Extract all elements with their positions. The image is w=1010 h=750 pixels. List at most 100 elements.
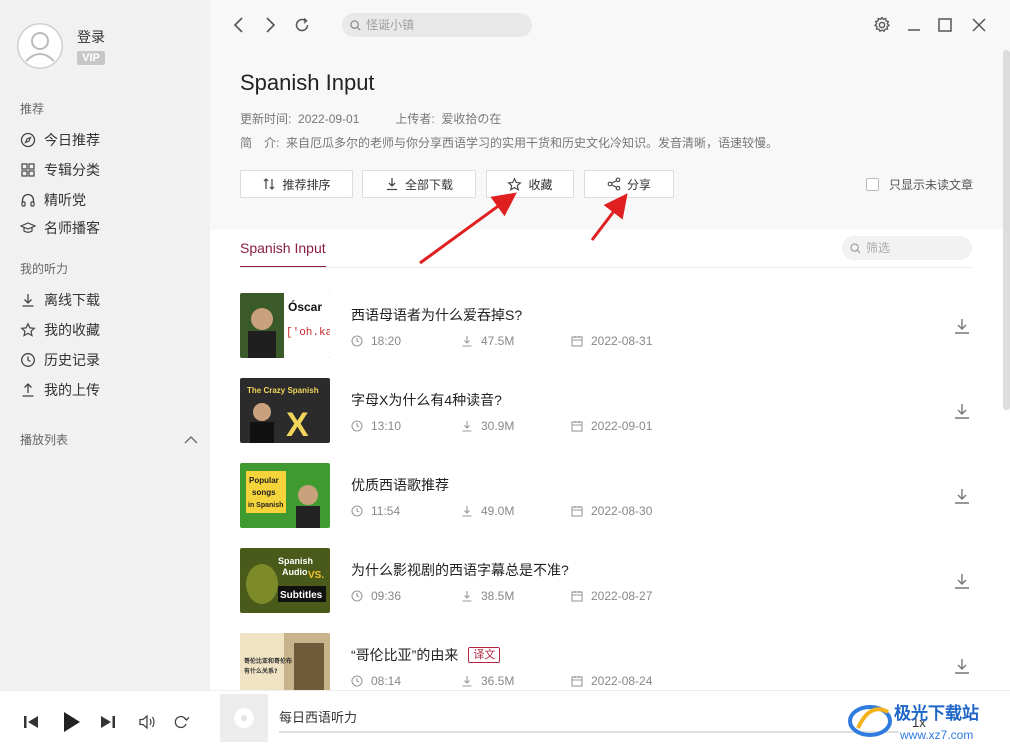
now-playing-cover[interactable] [220, 694, 268, 742]
login-link[interactable]: 登录 [77, 27, 105, 47]
sidebar-item-teachers[interactable]: 名师播客 [20, 218, 100, 238]
search-icon [350, 19, 361, 31]
chevron-up-icon[interactable] [184, 435, 198, 445]
forward-button[interactable] [258, 13, 282, 37]
minimize-button[interactable] [902, 13, 926, 37]
close-button[interactable] [967, 13, 991, 37]
episode-thumbnail[interactable]: 哥伦比亚和哥伦布 有什么关系? [240, 633, 330, 698]
scrollbar[interactable] [1003, 50, 1010, 410]
download-icon[interactable] [952, 656, 972, 676]
episode-title-text[interactable]: 西语母语者为什么爱吞掉S? [351, 305, 522, 325]
next-button[interactable] [97, 711, 119, 733]
share-label: 分享 [626, 177, 651, 192]
episode-title[interactable]: 为什么影视剧的西语字幕总是不准? [351, 560, 569, 580]
episode-thumbnail[interactable]: Óscar ['oh.kar] [240, 293, 330, 358]
gear-icon [873, 16, 891, 33]
favorite-button[interactable]: 收藏 [486, 170, 574, 198]
thumbnail-text: Subtitles [280, 590, 323, 601]
sort-icon [264, 178, 275, 190]
thumbnail-text: 哥伦比亚和哥伦布 [244, 657, 292, 665]
clock-icon [351, 420, 363, 432]
playlist-title: 播放列表 [20, 433, 69, 447]
filter-box[interactable] [842, 236, 972, 260]
episode-title[interactable]: “哥伦比亚”的由来 译文 [351, 645, 501, 665]
sidebar-item-albums[interactable]: 专辑分类 [20, 160, 100, 180]
sidebar-item-uploads[interactable]: 我的上传 [20, 380, 100, 400]
maximize-button[interactable] [933, 13, 957, 37]
episode-title-text[interactable]: 为什么影视剧的西语字幕总是不准? [351, 560, 569, 580]
clock-icon [351, 590, 363, 602]
refresh-button[interactable] [290, 13, 314, 37]
back-button[interactable] [227, 13, 251, 37]
now-playing-title: 每日西语听力 [279, 710, 358, 725]
episode-size: 49.0M [481, 504, 515, 518]
playlist-section[interactable]: 播放列表 [20, 431, 198, 448]
download-icon[interactable] [952, 571, 972, 591]
play-button[interactable] [60, 711, 82, 733]
calendar-icon [571, 676, 583, 687]
episode-title-text[interactable]: 字母X为什么有4种读音? [351, 390, 502, 410]
download-icon[interactable] [952, 316, 972, 336]
settings-button[interactable] [870, 13, 894, 37]
chevron-left-icon [233, 17, 243, 33]
download-icon[interactable] [952, 486, 972, 506]
sidebar-item-intensive[interactable]: 精听党 [20, 190, 86, 210]
volume-button[interactable] [136, 711, 158, 733]
share-button[interactable]: 分享 [584, 170, 674, 198]
previous-button[interactable] [20, 711, 42, 733]
user-icon [17, 23, 63, 69]
list-item[interactable]: Popular songs in Spanish 优质西语歌推荐 11:54 4… [240, 463, 975, 548]
sidebar-item-today[interactable]: 今日推荐 [20, 130, 100, 150]
episode-title[interactable]: 优质西语歌推荐 [351, 475, 449, 495]
translation-badge: 译文 [468, 647, 501, 663]
filter-input[interactable] [866, 241, 966, 255]
search-box[interactable] [342, 13, 532, 37]
episode-list: Óscar ['oh.kar] 西语母语者为什么爱吞掉S? 18:20 47.5… [240, 293, 975, 718]
episode-thumbnail[interactable]: The Crazy Spanish X [240, 378, 330, 443]
vip-badge[interactable]: VIP [77, 51, 105, 65]
thumbnail-text: songs [252, 488, 276, 497]
download-icon [462, 421, 472, 432]
profile[interactable]: 登录 VIP [17, 23, 105, 69]
episode-thumbnail[interactable]: Spanish Audio VS. Subtitles [240, 548, 330, 613]
episode-title-text[interactable]: “哥伦比亚”的由来 [351, 645, 458, 665]
episode-title[interactable]: 字母X为什么有4种读音? [351, 390, 502, 410]
unread-only-label: 只显示未读文章 [888, 178, 973, 192]
list-item[interactable]: The Crazy Spanish X 字母X为什么有4种读音? 13:10 3… [240, 378, 975, 463]
episode-meta: 08:14 36.5M 2022-08-24 [351, 674, 652, 688]
progress-bar[interactable] [279, 731, 899, 733]
download-icon[interactable] [952, 401, 972, 421]
search-input[interactable] [366, 18, 516, 32]
episode-meta: 11:54 49.0M 2022-08-30 [351, 504, 652, 518]
loop-button[interactable] [170, 711, 192, 733]
thumbnail-text: Popular [249, 476, 279, 485]
star-icon [20, 322, 36, 337]
episode-thumbnail[interactable]: Popular songs in Spanish [240, 463, 330, 528]
thumbnail-text: in Spanish [248, 502, 283, 509]
watermark-url: www.xz7.com [899, 728, 973, 742]
episode-title-text[interactable]: 优质西语歌推荐 [351, 475, 449, 495]
unread-only-checkbox[interactable] [865, 178, 879, 191]
list-item[interactable]: Óscar ['oh.kar] 西语母语者为什么爱吞掉S? 18:20 47.5… [240, 293, 975, 378]
sidebar-item-label: 我的收藏 [44, 322, 100, 338]
sort-button[interactable]: 推荐排序 [240, 170, 353, 198]
sort-label: 推荐排序 [282, 177, 331, 192]
unread-only-toggle[interactable]: 只显示未读文章 [865, 176, 973, 193]
sidebar-item-label: 今日推荐 [44, 132, 100, 148]
sidebar-item-label: 历史记录 [44, 352, 100, 368]
avatar[interactable] [17, 23, 63, 69]
download-icon [386, 178, 397, 191]
list-item[interactable]: Spanish Audio VS. Subtitles 为什么影视剧的西语字幕总… [240, 548, 975, 633]
tab-spanish-input[interactable]: Spanish Input [240, 240, 326, 268]
watermark-logo: 极光下载站 www.xz7.com [848, 703, 979, 742]
sidebar-item-offline[interactable]: 离线下载 [20, 290, 100, 310]
download-all-label: 全部下载 [404, 177, 453, 192]
sidebar-item-favorites[interactable]: 我的收藏 [20, 320, 100, 340]
episode-title[interactable]: 西语母语者为什么爱吞掉S? [351, 305, 522, 325]
loop-icon [174, 715, 190, 729]
episode-size: 47.5M [481, 334, 515, 348]
uploader: 上传者: 爱收拾の在 [395, 110, 501, 127]
download-all-button[interactable]: 全部下载 [362, 170, 476, 198]
sidebar-item-history[interactable]: 历史记录 [20, 350, 100, 370]
thumbnail-text: 有什么关系? [244, 667, 278, 675]
